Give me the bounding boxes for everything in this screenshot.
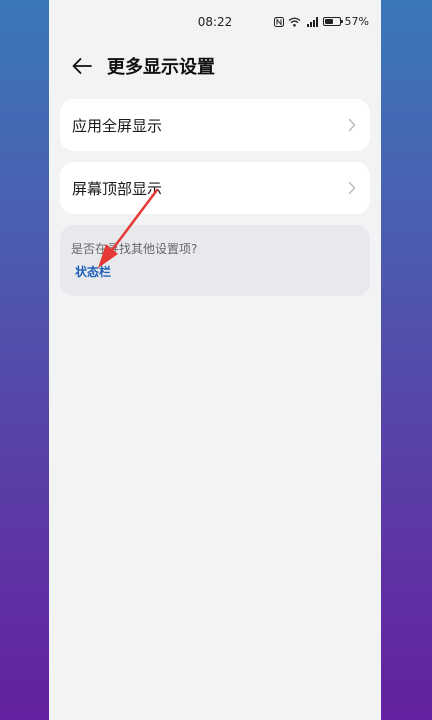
battery-level [324, 19, 333, 24]
status-bar: 08:22 57% [49, 0, 381, 46]
page-header: 更多显示设置 [49, 46, 381, 86]
wifi-icon [288, 17, 301, 27]
battery-icon [322, 17, 343, 26]
suggestion-question: 是否在寻找其他设置项? [71, 242, 198, 256]
fullscreen-display-label: 应用全屏显示 [72, 116, 163, 135]
back-arrow-icon [72, 58, 92, 74]
chevron-right-icon [346, 118, 358, 132]
chevron-right-icon [346, 181, 358, 195]
status-bar-link[interactable]: 状态栏 [75, 263, 111, 280]
top-screen-display-label: 屏幕顶部显示 [72, 179, 163, 198]
top-screen-display-item[interactable]: 屏幕顶部显示 [60, 162, 370, 214]
phone-screen: 08:22 57% 更多显示设置 应用全屏显示 屏幕顶部显示 是否在寻找其他设置… [49, 0, 381, 720]
status-icons: 57% [273, 15, 369, 28]
suggestion-box: 是否在寻找其他设置项? 状态栏 [60, 225, 370, 296]
page-title: 更多显示设置 [107, 57, 215, 78]
nfc-icon [273, 16, 284, 27]
battery-percent: 57% [344, 15, 369, 28]
back-button[interactable] [69, 53, 95, 79]
fullscreen-display-item[interactable]: 应用全屏显示 [60, 99, 370, 151]
signal-icon [305, 16, 319, 27]
